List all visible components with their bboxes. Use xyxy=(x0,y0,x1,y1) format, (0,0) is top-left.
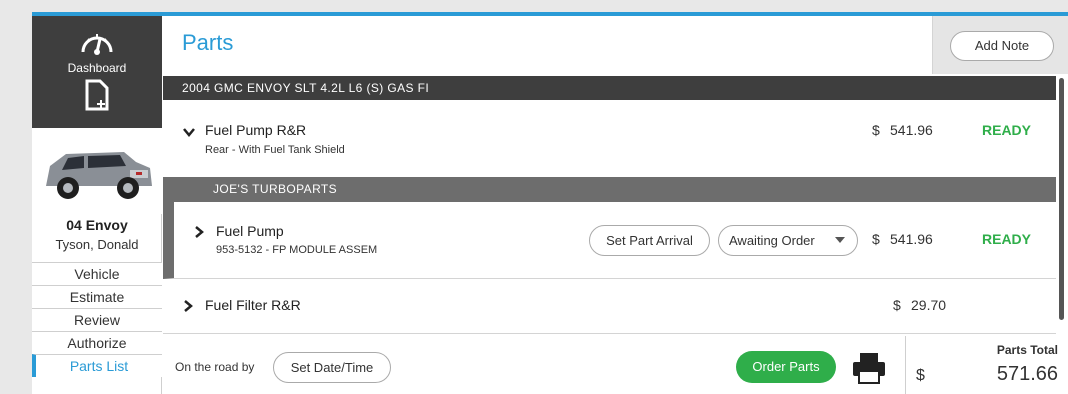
sidebar-item-authorize[interactable]: Authorize xyxy=(32,331,162,354)
vehicle-description-bar: 2004 GMC ENVOY SLT 4.2L L6 (S) GAS FI xyxy=(163,76,1056,100)
job-row-fuel-pump[interactable]: Fuel Pump R&R Rear - With Fuel Tank Shie… xyxy=(163,100,1056,177)
chevron-right-icon[interactable] xyxy=(181,299,195,313)
chevron-down-icon[interactable] xyxy=(182,125,196,139)
parts-total-currency: $ xyxy=(916,367,925,384)
footer-bar: On the road by Set Date/Time Order Parts… xyxy=(163,334,1068,394)
dashboard-link[interactable]: Dashboard xyxy=(32,16,162,76)
page-header: Parts Add Note xyxy=(163,16,1068,74)
part-title: Fuel Pump xyxy=(216,223,284,239)
new-document-button[interactable] xyxy=(32,76,162,128)
chevron-right-icon[interactable] xyxy=(192,225,206,239)
set-date-time-button[interactable]: Set Date/Time xyxy=(273,352,391,383)
job-price: 541.96 xyxy=(890,122,933,138)
parts-total-box: Parts Total $ 571.66 xyxy=(905,336,1068,394)
sidebar-item-parts-list[interactable]: Parts List xyxy=(32,354,162,377)
speedometer-icon xyxy=(81,34,113,55)
part-row-fuel-pump[interactable]: Fuel Pump 953-5132 - FP MODULE ASSEM Set… xyxy=(163,202,1056,279)
suv-image xyxy=(32,128,162,214)
job-price-currency: $ xyxy=(893,297,901,313)
job-status-badge: READY xyxy=(982,122,1032,138)
vehicle-short-name: 04 Envoy xyxy=(66,217,128,233)
scrollbar[interactable] xyxy=(1056,76,1068,336)
new-document-icon xyxy=(85,79,109,111)
sidebar-item-review[interactable]: Review xyxy=(32,308,162,331)
order-status-select[interactable]: Awaiting Order xyxy=(718,225,858,256)
job-row-fuel-filter[interactable]: Fuel Filter R&R $ 29.70 xyxy=(163,280,1056,334)
vendor-bar: JOE'S TURBOPARTS xyxy=(163,177,1056,202)
sidebar-item-estimate[interactable]: Estimate xyxy=(32,285,162,308)
sidebar-nav: Vehicle Estimate Review Authorize Parts … xyxy=(32,262,162,377)
job-price-currency: $ xyxy=(872,122,880,138)
vehicle-image xyxy=(32,128,162,214)
caret-down-icon xyxy=(835,237,845,243)
page-title: Parts xyxy=(182,30,234,55)
sidebar-item-vehicle[interactable]: Vehicle xyxy=(32,262,162,285)
job-price: 29.70 xyxy=(911,297,947,313)
note-area: Add Note xyxy=(932,16,1068,74)
part-number: 953-5132 - FP MODULE ASSEM xyxy=(216,244,378,256)
set-part-arrival-button[interactable]: Set Part Arrival xyxy=(589,225,710,256)
sidebar: Dashboard 04 Envoy Tyson, Donald Vehicle… xyxy=(32,16,162,394)
main-panel: Parts Add Note 2004 GMC ENVOY SLT 4.2L L… xyxy=(163,16,1068,394)
scrollbar-thumb[interactable] xyxy=(1059,78,1064,320)
job-title: Fuel Pump R&R xyxy=(205,122,307,138)
job-subtitle: Rear - With Fuel Tank Shield xyxy=(205,144,345,156)
part-status-badge: READY xyxy=(982,231,1032,247)
part-price: 541.96 xyxy=(890,231,933,247)
parts-total-label: Parts Total xyxy=(996,343,1058,357)
customer-name: Tyson, Donald xyxy=(55,237,139,252)
printer-icon[interactable] xyxy=(851,351,887,385)
add-note-button[interactable]: Add Note xyxy=(950,31,1054,61)
order-status-value: Awaiting Order xyxy=(729,233,815,248)
job-title: Fuel Filter R&R xyxy=(205,297,301,313)
dashboard-label: Dashboard xyxy=(67,61,127,75)
on-the-road-label: On the road by xyxy=(175,360,255,374)
app-window: Dashboard 04 Envoy Tyson, Donald Vehicle… xyxy=(32,12,1068,394)
order-parts-button[interactable]: Order Parts xyxy=(736,351,836,383)
part-price-currency: $ xyxy=(872,231,880,247)
parts-total-amount: 571.66 xyxy=(996,363,1058,385)
